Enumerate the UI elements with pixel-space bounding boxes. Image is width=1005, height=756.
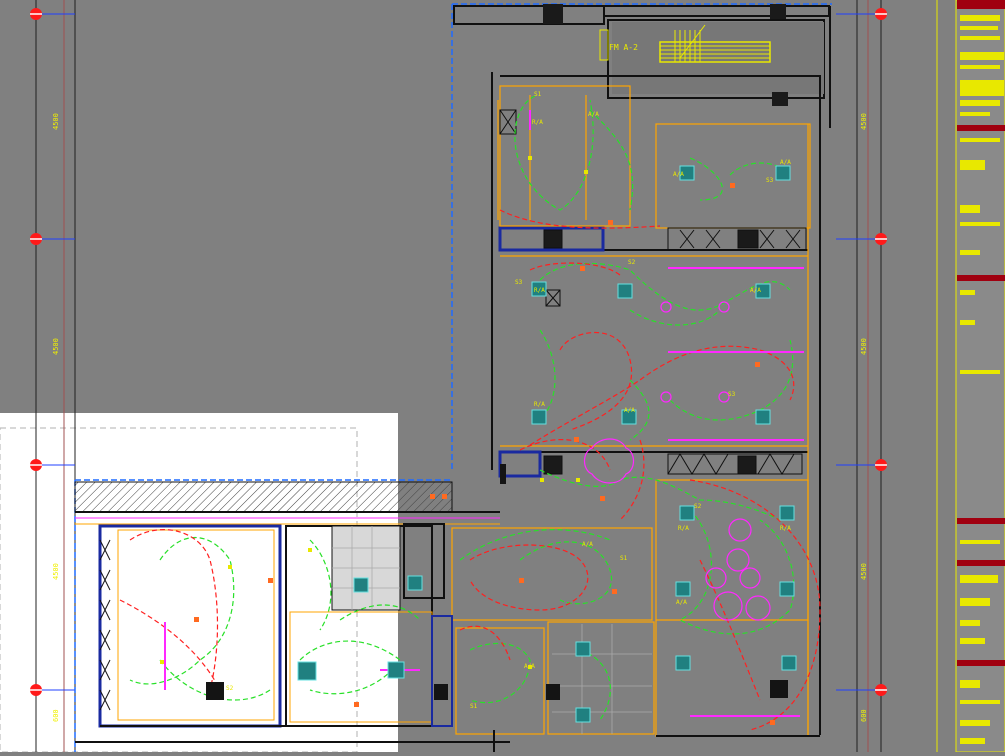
corridor-left-walls: [74, 481, 500, 525]
axis-bubble-left-2[interactable]: [30, 233, 42, 245]
label-aa-1: A/A: [673, 171, 684, 178]
axis-bubble-right-4[interactable]: [875, 684, 887, 696]
axis-bubble-right-1[interactable]: [875, 8, 887, 20]
label-s2-3: S2: [226, 685, 234, 692]
label-s1-1: S1: [534, 91, 542, 98]
stair-code-label: FM A-2: [609, 43, 638, 52]
svg-text:4500: 4500: [860, 563, 868, 580]
stair-core[interactable]: FM A-2: [599, 19, 825, 106]
cad-viewport[interactable]: 4500 4500 4500 600 4500 4500 4500 600 FM…: [0, 0, 1005, 753]
axis-bubble-left-3[interactable]: [30, 459, 42, 471]
label-aa-5: A/A: [582, 541, 593, 548]
label-ra-3: R/A: [534, 401, 545, 408]
svg-text:600: 600: [52, 709, 60, 722]
label-aa-6: A/A: [524, 663, 535, 670]
label-ra-4: R/A: [678, 525, 689, 532]
axis-bubble-left-4[interactable]: [30, 684, 42, 696]
label-s2-2: S2: [694, 503, 702, 510]
label-s1-3: S1: [470, 703, 478, 710]
label-aa-4: A/A: [624, 407, 635, 414]
label-ra-5: R/A: [780, 525, 791, 532]
label-s3-1: S3: [515, 279, 523, 286]
axis-bubble-right-2[interactable]: [875, 233, 887, 245]
label-ra-2: R/A: [534, 287, 545, 294]
svg-text:4500: 4500: [52, 563, 60, 580]
axis-bubble-right-3[interactable]: [875, 459, 887, 471]
label-s2-1: S2: [628, 259, 636, 266]
svg-text:4500: 4500: [52, 338, 60, 355]
axis-bubble-left-1[interactable]: [30, 8, 42, 20]
svg-text:4500: 4500: [860, 338, 868, 355]
label-s1-2: S1: [620, 555, 628, 562]
floor-plan-canvas[interactable]: 4500 4500 4500 600 4500 4500 4500 600 FM…: [0, 0, 1005, 753]
label-s3-3: S3: [728, 391, 736, 398]
label-s3-2: S3: [766, 177, 774, 184]
label-aa-2: A/A: [780, 159, 791, 166]
label-ra-1: R/A: [532, 119, 543, 126]
svg-text:600: 600: [860, 709, 868, 722]
label-aa-8: A/A: [588, 111, 599, 118]
label-aa-3: A/A: [750, 287, 761, 294]
label-aa-7: A/A: [676, 599, 687, 606]
svg-text:4500: 4500: [860, 113, 868, 130]
svg-text:4500: 4500: [52, 113, 60, 130]
